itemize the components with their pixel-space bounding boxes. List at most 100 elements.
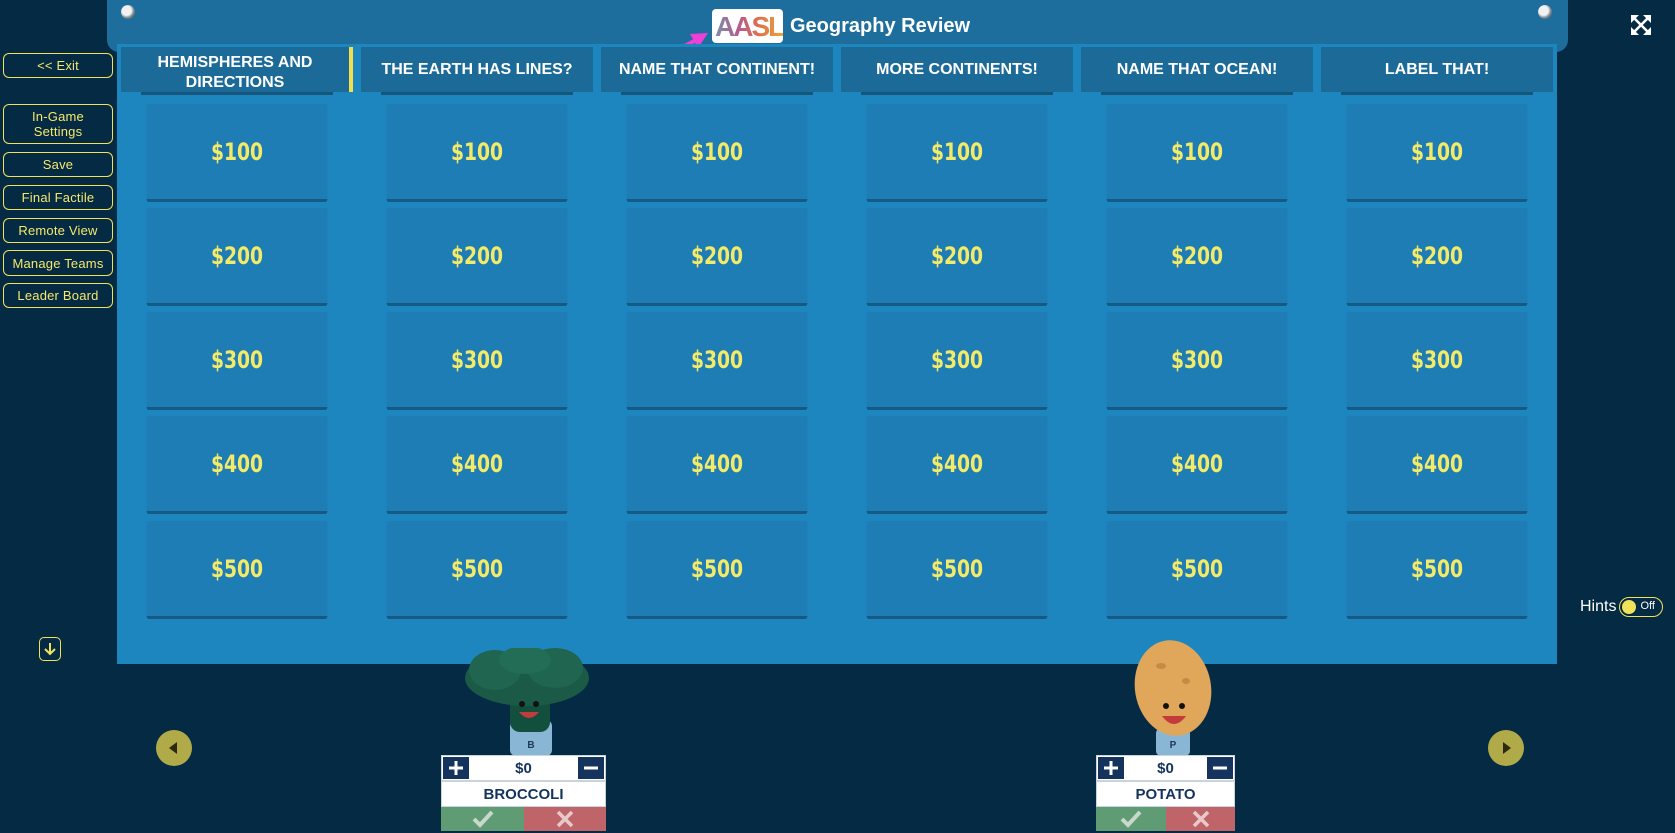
- manage-teams-button[interactable]: Manage Teams: [3, 250, 113, 276]
- tile-value: $200: [1170, 241, 1224, 270]
- team-score: $0: [1157, 760, 1174, 777]
- question-tile[interactable]: $300: [1106, 312, 1288, 410]
- tile-value: $300: [930, 345, 984, 374]
- question-tile[interactable]: $500: [1346, 521, 1528, 619]
- final-factile-button[interactable]: Final Factile: [3, 185, 113, 210]
- tile-value: $100: [210, 137, 264, 166]
- tile-value: $200: [690, 241, 744, 270]
- add-points-button[interactable]: [443, 757, 469, 779]
- hints-toggle[interactable]: Off: [1619, 597, 1664, 617]
- question-tile[interactable]: $300: [146, 312, 328, 410]
- next-team-button[interactable]: [1488, 730, 1524, 766]
- category-divider: [621, 92, 813, 95]
- minus-icon: [584, 766, 598, 770]
- leader-board-button[interactable]: Leader Board: [3, 283, 113, 308]
- question-tile[interactable]: $300: [866, 312, 1048, 410]
- question-tile[interactable]: $100: [146, 104, 328, 202]
- question-tile[interactable]: $400: [866, 416, 1048, 514]
- tile-value: $200: [210, 241, 264, 270]
- sidebar: << Exit In-Game Settings Save Final Fact…: [0, 0, 118, 833]
- category-divider: [1341, 92, 1533, 95]
- question-tile[interactable]: $100: [626, 104, 808, 202]
- scroll-down-button[interactable]: [39, 637, 61, 661]
- question-tile[interactable]: $500: [626, 521, 808, 619]
- mark-wrong-button[interactable]: [1166, 807, 1235, 831]
- fullscreen-icon[interactable]: [1630, 14, 1652, 36]
- tile-value: $400: [450, 449, 504, 478]
- toggle-knob: [1622, 600, 1637, 614]
- add-points-button[interactable]: [1098, 757, 1124, 779]
- tile-value: $400: [1410, 449, 1464, 478]
- remote-view-button[interactable]: Remote View: [3, 218, 113, 243]
- screw-decoration: [1538, 5, 1552, 19]
- plus-icon: [1104, 761, 1118, 775]
- category-header: THE EARTH HAS LINES?: [361, 47, 593, 92]
- team-score: $0: [515, 760, 532, 777]
- category-header: NAME THAT CONTINENT!: [601, 47, 833, 92]
- question-tile[interactable]: $200: [386, 208, 568, 306]
- question-tile[interactable]: $100: [386, 104, 568, 202]
- question-tile[interactable]: $400: [1106, 416, 1288, 514]
- question-tile[interactable]: $100: [1106, 104, 1288, 202]
- subtract-points-button[interactable]: [1207, 757, 1233, 779]
- tile-value: $400: [930, 449, 984, 478]
- question-tile[interactable]: $100: [866, 104, 1048, 202]
- question-tile[interactable]: $200: [626, 208, 808, 306]
- tile-value: $300: [450, 345, 504, 374]
- question-tile[interactable]: $200: [146, 208, 328, 306]
- question-tile[interactable]: $300: [1346, 312, 1528, 410]
- potato-avatar: P: [1134, 640, 1212, 756]
- hints-control: Hints Off: [1580, 597, 1664, 617]
- team-name: BROCCOLI: [441, 781, 606, 807]
- tile-value: $100: [690, 137, 744, 166]
- question-tile[interactable]: $500: [146, 521, 328, 619]
- tile-value: $500: [1170, 554, 1224, 583]
- category-divider: [1101, 92, 1293, 95]
- mark-correct-button[interactable]: [441, 807, 524, 831]
- tile-value: $300: [1170, 345, 1224, 374]
- score-row: $0: [441, 755, 606, 781]
- mark-wrong-button[interactable]: [524, 807, 606, 831]
- previous-team-button[interactable]: [156, 730, 192, 766]
- game-title: Geography Review: [790, 14, 971, 37]
- question-tile[interactable]: $400: [386, 416, 568, 514]
- question-tile[interactable]: $500: [866, 521, 1048, 619]
- question-tile[interactable]: $100: [1346, 104, 1528, 202]
- hints-label: Hints: [1580, 598, 1617, 615]
- tile-value: $500: [930, 554, 984, 583]
- tile-value: $100: [1410, 137, 1464, 166]
- save-button[interactable]: Save: [3, 152, 113, 177]
- question-tile[interactable]: $300: [386, 312, 568, 410]
- subtract-points-button[interactable]: [578, 757, 604, 779]
- tile-value: $100: [1170, 137, 1224, 166]
- mark-correct-button[interactable]: [1096, 807, 1166, 831]
- in-game-settings-button[interactable]: In-Game Settings: [3, 104, 113, 144]
- category-header: NAME THAT OCEAN!: [1081, 47, 1313, 92]
- question-tile[interactable]: $400: [1346, 416, 1528, 514]
- question-tile[interactable]: $500: [386, 521, 568, 619]
- question-tile[interactable]: $300: [626, 312, 808, 410]
- question-tile[interactable]: $200: [1106, 208, 1288, 306]
- question-tile[interactable]: $400: [146, 416, 328, 514]
- tile-value: $100: [930, 137, 984, 166]
- category-divider: [141, 92, 333, 95]
- aasl-logo: AASL: [712, 9, 783, 43]
- question-tile[interactable]: $200: [866, 208, 1048, 306]
- tile-value: $300: [1410, 345, 1464, 374]
- chevron-left-icon: [169, 742, 177, 754]
- question-tile[interactable]: $200: [1346, 208, 1528, 306]
- hints-state: Off: [1640, 600, 1655, 612]
- category-header: LABEL THAT!: [1321, 47, 1553, 92]
- question-tile[interactable]: $500: [1106, 521, 1288, 619]
- tile-value: $500: [690, 554, 744, 583]
- broccoli-avatar: B: [465, 648, 589, 756]
- tile-value: $200: [930, 241, 984, 270]
- question-tile[interactable]: $400: [626, 416, 808, 514]
- tile-value: $500: [1410, 554, 1464, 583]
- checkmark-icon: [472, 810, 493, 828]
- category-header[interactable]: HEMISPHERES AND DIRECTIONS: [121, 47, 353, 92]
- exit-button[interactable]: << Exit: [3, 53, 113, 78]
- game-board: [117, 44, 1557, 664]
- checkmark-icon: [1120, 810, 1142, 828]
- potato-badge: P: [1170, 740, 1177, 751]
